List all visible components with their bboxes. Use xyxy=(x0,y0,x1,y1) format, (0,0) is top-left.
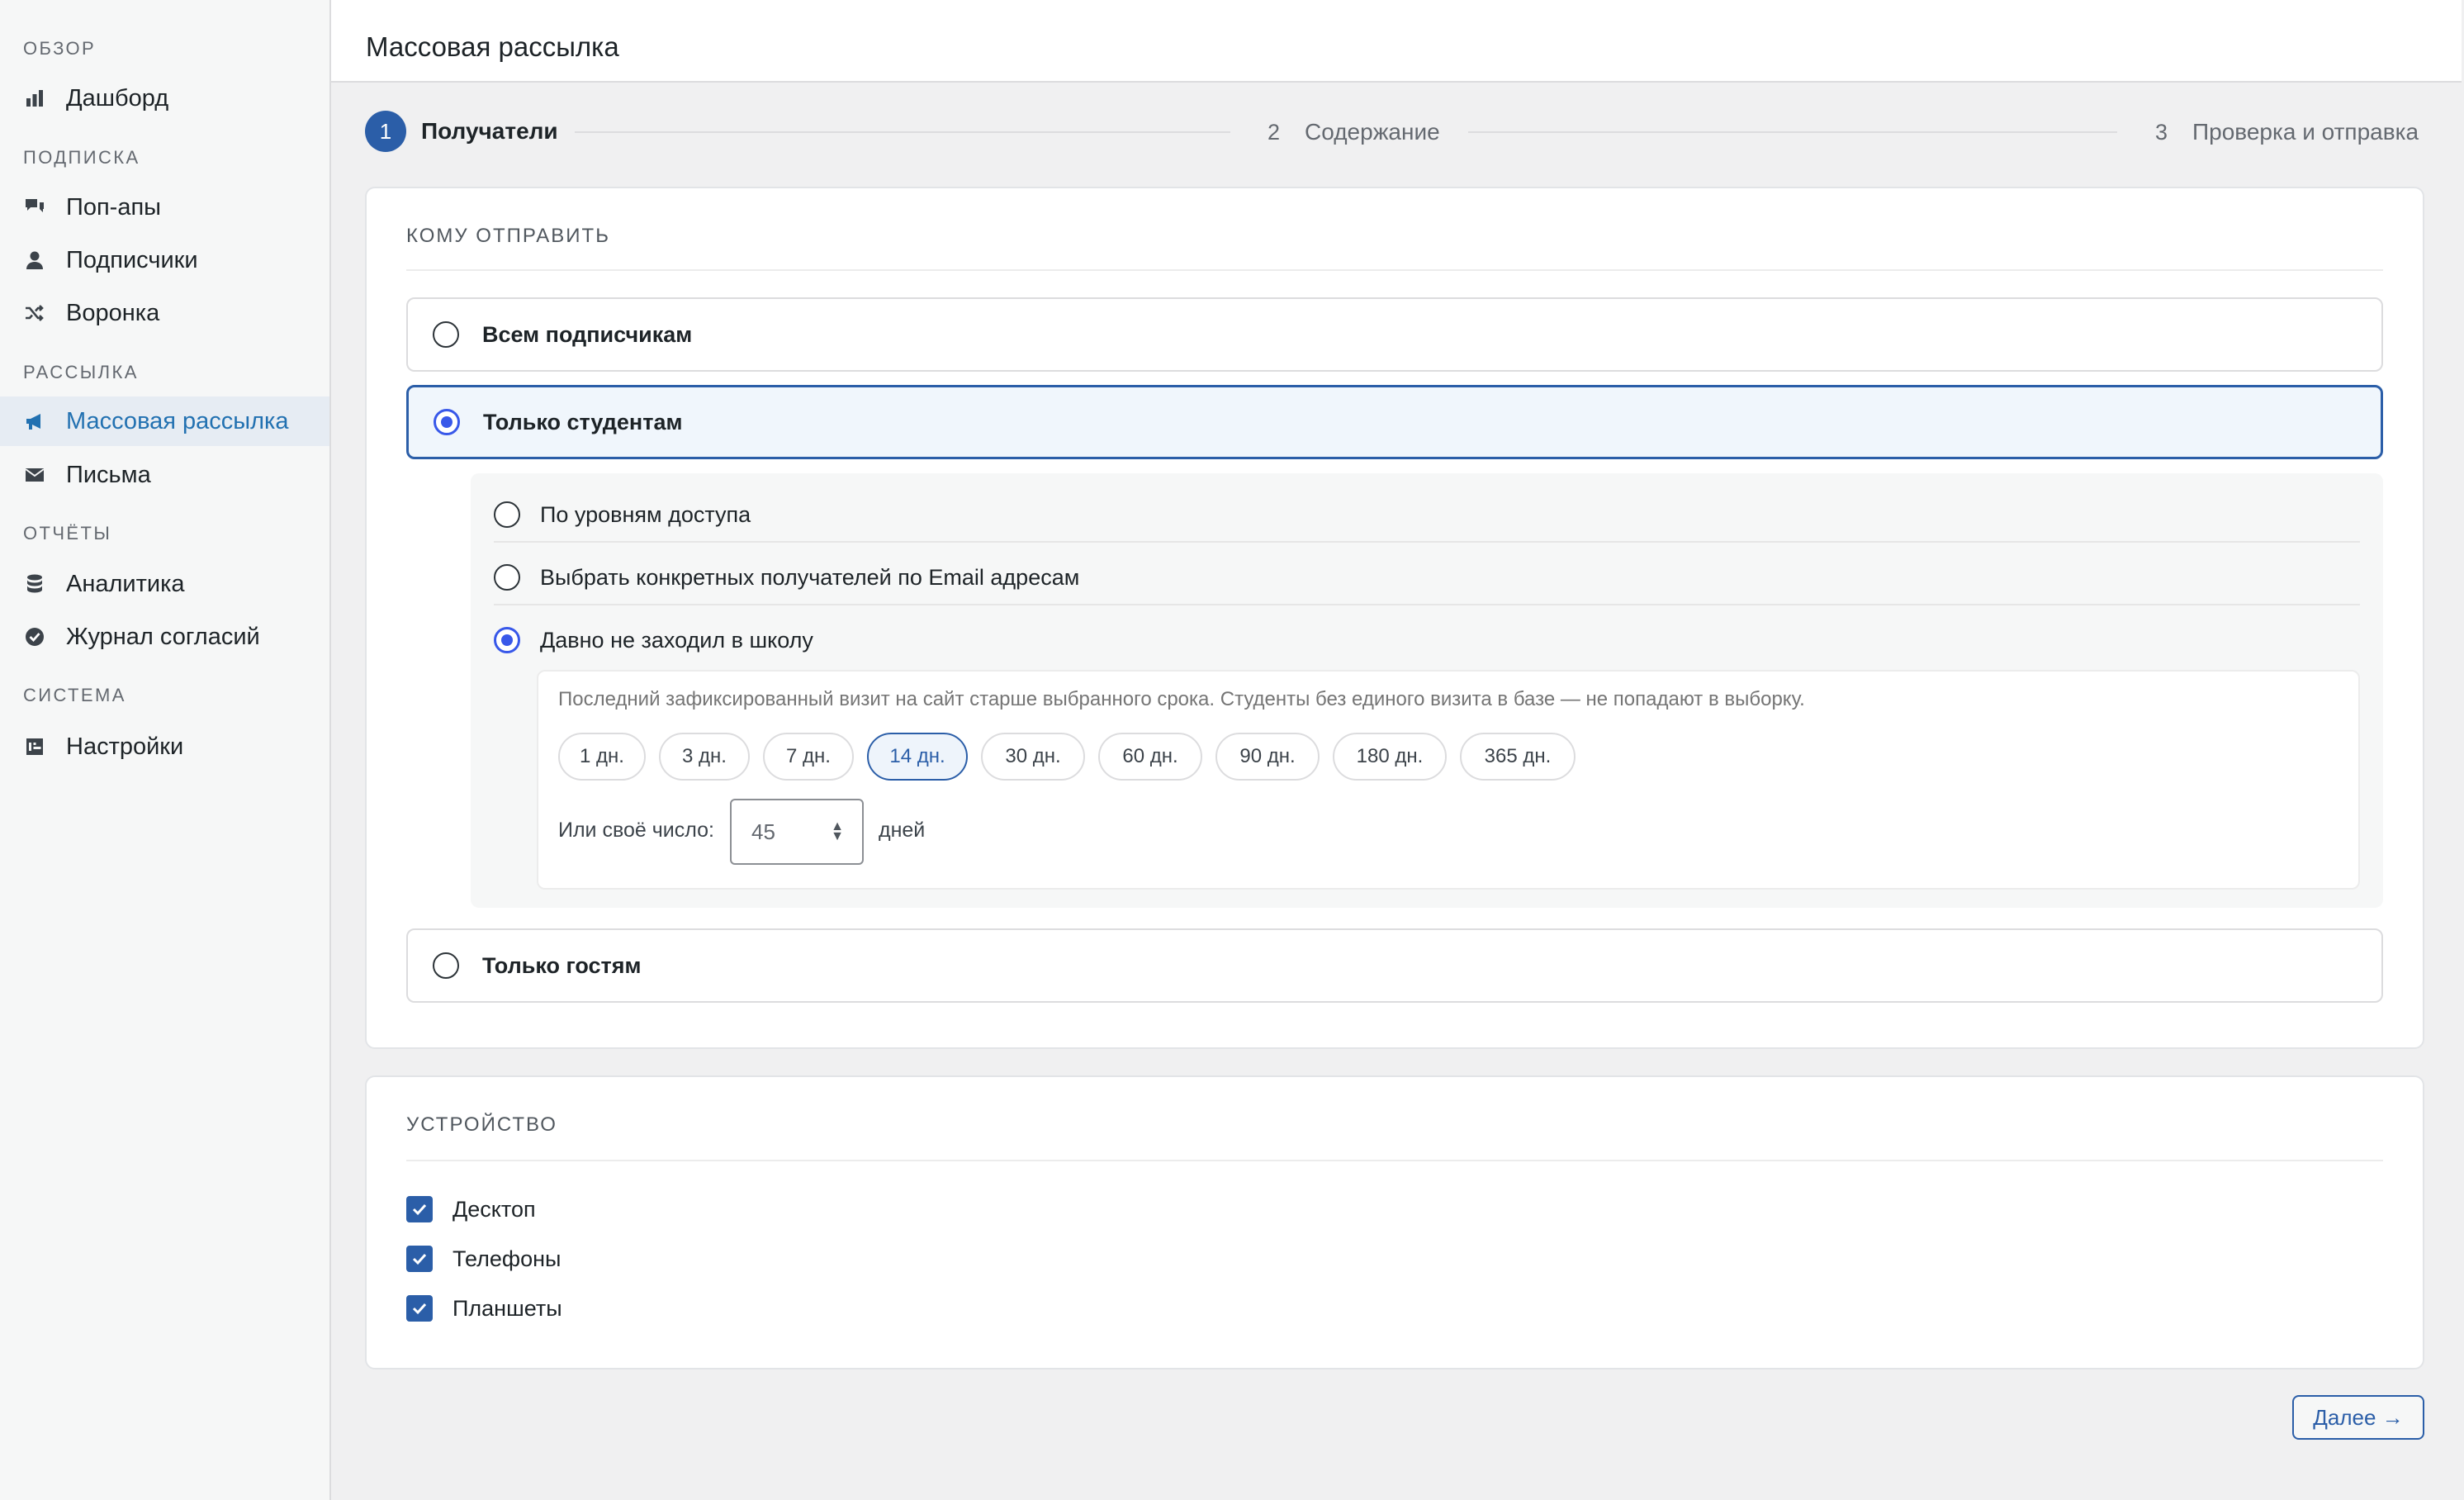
checkmark-icon[interactable] xyxy=(406,1246,433,1272)
radio-button[interactable] xyxy=(494,564,520,591)
next-button[interactable]: Далее → xyxy=(2292,1395,2424,1440)
sidebar-item-popups[interactable]: Поп-апы xyxy=(0,183,329,232)
envelope-icon xyxy=(23,463,53,487)
period-pill[interactable]: 30 дн. xyxy=(981,733,1085,781)
option-students-only[interactable]: Только студентам xyxy=(406,385,2383,459)
step-recipients[interactable]: 1 Получатели xyxy=(365,111,558,152)
period-pill[interactable]: 365 дн. xyxy=(1460,733,1576,781)
sidebar-item-label: Журнал согласий xyxy=(66,623,260,650)
period-pill[interactable]: 180 дн. xyxy=(1333,733,1447,781)
sidebar-item-analytics[interactable]: Аналитика xyxy=(0,559,329,609)
period-pill[interactable]: 7 дн. xyxy=(763,733,854,781)
sidebar-item-label: Поп-апы xyxy=(66,193,162,221)
radio-button[interactable] xyxy=(434,409,460,435)
divider xyxy=(406,1160,2383,1161)
option-all-subscribers[interactable]: Всем подписчикам xyxy=(406,297,2383,372)
option-inactive-students[interactable]: Давно не заходил в школу xyxy=(494,609,2360,672)
option-label: Давно не заходил в школу xyxy=(540,627,813,653)
custom-days-input[interactable]: 45 ▲ ▼ xyxy=(730,799,864,865)
step-label: Содержание xyxy=(1305,119,1440,145)
inactivity-period-box: Последний зафиксированный визит на сайт … xyxy=(537,670,2360,890)
sidebar-item-mass-mailing[interactable]: Массовая рассылка xyxy=(0,396,329,446)
user-icon xyxy=(23,248,53,273)
sidebar-item-label: Аналитика xyxy=(66,570,185,597)
sidebar-item-dashboard[interactable]: Дашборд xyxy=(0,74,329,123)
sidebar-item-label: Подписчики xyxy=(66,246,198,273)
step-number: 3 xyxy=(2155,119,2168,145)
inactivity-hint: Последний зафиксированный визит на сайт … xyxy=(558,688,1805,710)
option-label: Только гостям xyxy=(482,952,642,978)
page-title: Массовая рассылка xyxy=(366,31,619,62)
settings-grid-icon xyxy=(23,734,53,759)
step-connector xyxy=(575,131,1230,133)
option-label: По уровням доступа xyxy=(540,501,751,527)
sidebar-item-settings[interactable]: Настройки xyxy=(0,722,329,771)
option-access-levels[interactable]: По уровням доступа xyxy=(494,483,2360,546)
checkbox-tablets[interactable]: Планшеты xyxy=(406,1295,562,1322)
checkbox-label: Планшеты xyxy=(453,1295,562,1321)
megaphone-icon xyxy=(23,409,53,434)
page-header: Массовая рассылка xyxy=(331,0,2462,83)
option-label: Всем подписчикам xyxy=(482,321,693,347)
sidebar-item-label: Письма xyxy=(66,461,151,488)
radio-button[interactable] xyxy=(433,321,459,348)
step-number: 1 xyxy=(365,111,406,152)
checkbox-phones[interactable]: Телефоны xyxy=(406,1246,561,1272)
option-label: Только студентам xyxy=(483,409,683,434)
sidebar-item-label: Дашборд xyxy=(66,84,169,112)
database-icon xyxy=(23,572,53,596)
sidebar-section-reports: ОТЧЁТЫ xyxy=(23,523,112,544)
checkbox-desktop[interactable]: Десктоп xyxy=(406,1196,536,1222)
period-pill[interactable]: 3 дн. xyxy=(659,733,750,781)
radio-button[interactable] xyxy=(494,501,520,528)
checkmark-icon[interactable] xyxy=(406,1196,433,1222)
step-content[interactable]: 2 Содержание xyxy=(1268,119,1440,145)
sidebar-section-system: СИСТЕМА xyxy=(23,685,126,705)
step-label: Проверка и отправка xyxy=(2192,119,2419,145)
step-review[interactable]: 3 Проверка и отправка xyxy=(2155,119,2419,145)
student-filter-panel: По уровням доступа Выбрать конкретных по… xyxy=(471,473,2383,908)
custom-period-label: Или своё число: xyxy=(558,819,714,842)
checkmark-icon[interactable] xyxy=(406,1295,433,1322)
option-guests-only[interactable]: Только гостям xyxy=(406,928,2383,1003)
period-pill[interactable]: 90 дн. xyxy=(1215,733,1320,781)
sidebar-section-mailing: РАССЫЛКА xyxy=(23,362,139,382)
check-circle-icon xyxy=(23,624,53,649)
sidebar-section-overview: ОБЗОР xyxy=(23,38,97,59)
divider xyxy=(406,269,2383,271)
days-unit-label: дней xyxy=(879,819,926,842)
sidebar-section-subscription: ПОДПИСКА xyxy=(23,147,140,168)
shuffle-icon xyxy=(23,301,53,325)
checkbox-label: Десктоп xyxy=(453,1196,536,1222)
sidebar-item-label: Воронка xyxy=(66,299,160,326)
option-label: Выбрать конкретных получателей по Email … xyxy=(540,564,1080,590)
period-pill-selected[interactable]: 14 дн. xyxy=(867,733,968,781)
sidebar-item-consent-log[interactable]: Журнал согласий xyxy=(0,612,329,662)
device-card: УСТРОЙСТВО xyxy=(365,1075,2424,1369)
sidebar-item-funnel[interactable]: Воронка xyxy=(0,288,329,338)
step-number: 2 xyxy=(1268,119,1281,145)
step-connector xyxy=(1468,131,2117,133)
card-title: УСТРОЙСТВО xyxy=(406,1113,557,1136)
custom-days-value: 45 xyxy=(751,819,775,844)
step-label: Получатели xyxy=(421,118,558,144)
period-pill[interactable]: 60 дн. xyxy=(1098,733,1202,781)
bar-chart-icon xyxy=(23,86,53,111)
chat-bubbles-icon xyxy=(23,195,53,220)
radio-button[interactable] xyxy=(433,952,459,979)
sidebar-item-label: Массовая рассылка xyxy=(66,407,289,434)
divider xyxy=(494,541,2360,543)
card-title: КОМУ ОТПРАВИТЬ xyxy=(406,225,610,247)
spinner-arrows-icon[interactable]: ▲ ▼ xyxy=(831,820,844,843)
checkbox-label: Телефоны xyxy=(453,1246,562,1271)
sidebar: ОБЗОР Дашборд ПОДПИСКА Поп-апы Подписчик… xyxy=(0,0,331,1500)
divider xyxy=(494,604,2360,605)
option-specific-emails[interactable]: Выбрать конкретных получателей по Email … xyxy=(494,546,2360,609)
radio-button[interactable] xyxy=(494,627,520,653)
period-pill[interactable]: 1 дн. xyxy=(558,733,646,781)
sidebar-item-subscribers[interactable]: Подписчики xyxy=(0,235,329,285)
sidebar-item-label: Настройки xyxy=(66,733,184,760)
sidebar-item-letters[interactable]: Письма xyxy=(0,450,329,500)
